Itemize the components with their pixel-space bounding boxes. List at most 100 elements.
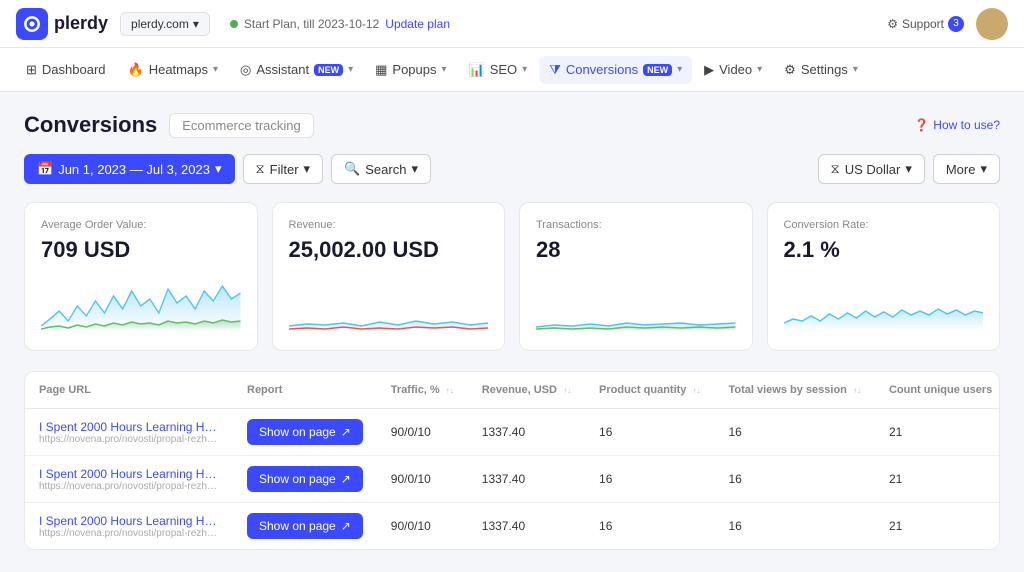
search-button[interactable]: 🔍 Search ▾	[331, 154, 431, 184]
nav-label-heatmaps: Heatmaps	[149, 62, 208, 77]
metric-label-conversion-rate: Conversion Rate:	[784, 219, 984, 231]
sort-icon-traffic: ↑↓	[446, 387, 454, 395]
cell-unique-users-2: 21	[875, 503, 1000, 550]
chevron-down-icon: ▾	[757, 64, 762, 75]
topbar: plerdy plerdy.com ▾ Start Plan, till 202…	[0, 0, 1024, 48]
gear-icon: ⚙	[887, 17, 898, 31]
how-to-use-link[interactable]: ❓ How to use?	[914, 118, 1000, 132]
nav-item-settings[interactable]: ⚙ Settings ▾	[774, 56, 868, 84]
filter-label: Filter	[270, 162, 299, 177]
nav-label-settings: Settings	[801, 62, 848, 77]
gear-icon: ⚙	[784, 62, 796, 78]
logo: plerdy	[16, 8, 108, 40]
metric-card-revenue: Revenue: 25,002.00 USD	[272, 202, 506, 351]
more-label: More	[946, 162, 976, 177]
nav-label-conversions: Conversions	[566, 62, 638, 77]
nav-item-assistant[interactable]: ◎ Assistant NEW ▾	[230, 56, 363, 84]
metric-value-aov: 709 USD	[41, 237, 241, 263]
nav-item-seo[interactable]: 📊 SEO ▾	[459, 56, 538, 84]
page-title-0[interactable]: I Spent 2000 Hours Learning How To Learn…	[39, 420, 219, 434]
fire-icon: 🔥	[128, 62, 144, 78]
currency-selector[interactable]: ⧖ US Dollar ▾	[818, 154, 925, 184]
chevron-down-icon: ▾	[442, 64, 447, 75]
new-badge-conversions: NEW	[643, 64, 672, 76]
chevron-down-icon: ▾	[193, 17, 199, 31]
chart-icon: 📊	[469, 62, 485, 78]
popup-icon: ▦	[375, 62, 387, 78]
cell-revenue-2: 1337.40	[468, 503, 585, 550]
data-table: Page URL Report Traffic, % ↑↓ Revenue, U…	[25, 372, 1000, 549]
col-unique-users[interactable]: Count unique users ↑↓	[875, 372, 1000, 409]
page-url-0: https://novena.pro/novosti/propal-rezhim…	[39, 434, 219, 445]
show-on-page-button-2[interactable]: Show on page ↗	[247, 513, 363, 539]
nav-label-assistant: Assistant	[256, 62, 309, 77]
toolbar: 📅 Jun 1, 2023 — Jul 3, 2023 ▾ ⧖ Filter ▾…	[24, 154, 1000, 184]
cell-report-2: Show on page ↗	[233, 503, 377, 550]
show-on-page-button-1[interactable]: Show on page ↗	[247, 466, 363, 492]
new-badge-assistant: NEW	[314, 64, 343, 76]
filter-icon: ⧖	[256, 161, 265, 177]
support-button[interactable]: ⚙ Support 3	[887, 16, 964, 32]
cell-traffic-1: 90/0/10	[377, 456, 468, 503]
cell-page-url-2: I Spent 2000 Hours Learning How To Learn…	[25, 503, 233, 550]
col-traffic[interactable]: Traffic, % ↑↓	[377, 372, 468, 409]
col-product-qty[interactable]: Product quantity ↑↓	[585, 372, 714, 409]
sort-icon-total-views: ↑↓	[853, 387, 861, 395]
chevron-down-icon: ▾	[853, 64, 858, 75]
logo-icon	[16, 8, 48, 40]
col-report[interactable]: Report	[233, 372, 377, 409]
logo-text: plerdy	[54, 13, 108, 34]
filter-button[interactable]: ⧖ Filter ▾	[243, 154, 324, 184]
col-label-total-views: Total views by session	[728, 384, 846, 396]
table-row: I Spent 2000 Hours Learning How To Learn…	[25, 456, 1000, 503]
update-plan-link[interactable]: Update plan	[385, 17, 450, 31]
col-label-traffic: Traffic, %	[391, 384, 440, 396]
more-button[interactable]: More ▾	[933, 154, 1000, 184]
page-content: Conversions Ecommerce tracking ❓ How to …	[0, 92, 1024, 570]
page-title-1[interactable]: I Spent 2000 Hours Learning How To Learn…	[39, 467, 219, 481]
metric-value-conversion-rate: 2.1 %	[784, 237, 984, 263]
chevron-down-icon: ▾	[304, 161, 311, 177]
show-on-page-label-1: Show on page	[259, 472, 336, 486]
plan-badge: Start Plan, till 2023-10-12 Update plan	[230, 17, 450, 31]
page-title-2[interactable]: I Spent 2000 Hours Learning How To Learn…	[39, 514, 219, 528]
table-header-row: Page URL Report Traffic, % ↑↓ Revenue, U…	[25, 372, 1000, 409]
nav-item-heatmaps[interactable]: 🔥 Heatmaps ▾	[118, 56, 228, 84]
chevron-down-icon: ▾	[215, 161, 222, 177]
cell-traffic-0: 90/0/10	[377, 409, 468, 456]
cell-total-views-1: 16	[714, 456, 874, 503]
metric-value-transactions: 28	[536, 237, 736, 263]
nav-item-popups[interactable]: ▦ Popups ▾	[365, 56, 456, 84]
main-nav: ⊞ Dashboard 🔥 Heatmaps ▾ ◎ Assistant NEW…	[0, 48, 1024, 92]
sort-icon-product-qty: ↑↓	[692, 387, 700, 395]
user-avatar[interactable]	[976, 8, 1008, 40]
nav-item-dashboard[interactable]: ⊞ Dashboard	[16, 56, 116, 84]
chevron-down-icon: ▾	[348, 64, 353, 75]
cell-product-qty-0: 16	[585, 409, 714, 456]
chevron-down-icon: ▾	[677, 64, 682, 75]
sort-icon-unique-users: ↑↓	[998, 387, 1000, 395]
page-url-1: https://novena.pro/novosti/propal-rezhim…	[39, 481, 219, 492]
toolbar-left: 📅 Jun 1, 2023 — Jul 3, 2023 ▾ ⧖ Filter ▾…	[24, 154, 431, 184]
col-page-url[interactable]: Page URL	[25, 372, 233, 409]
metrics-row: Average Order Value: 709 USD	[24, 202, 1000, 351]
show-on-page-button-0[interactable]: Show on page ↗	[247, 419, 363, 445]
ecommerce-tab[interactable]: Ecommerce tracking	[169, 113, 313, 138]
external-link-icon: ↗	[341, 519, 351, 533]
question-icon: ❓	[914, 118, 929, 132]
col-total-views[interactable]: Total views by session ↑↓	[714, 372, 874, 409]
currency-label: US Dollar	[845, 162, 901, 177]
date-range-button[interactable]: 📅 Jun 1, 2023 — Jul 3, 2023 ▾	[24, 154, 235, 184]
col-revenue[interactable]: Revenue, USD ↑↓	[468, 372, 585, 409]
chevron-down-icon: ▾	[905, 161, 912, 177]
chevron-down-icon: ▾	[522, 64, 527, 75]
domain-selector[interactable]: plerdy.com ▾	[120, 12, 210, 36]
nav-label-video: Video	[719, 62, 752, 77]
nav-item-video[interactable]: ▶ Video ▾	[694, 56, 772, 84]
nav-label-dashboard: Dashboard	[42, 62, 106, 77]
nav-item-conversions[interactable]: ⧩ Conversions NEW ▾	[539, 56, 692, 84]
metric-label-revenue: Revenue:	[289, 219, 489, 231]
funnel-icon: ⧩	[549, 62, 561, 78]
col-label-revenue: Revenue, USD	[482, 384, 557, 396]
date-range-label: Jun 1, 2023 — Jul 3, 2023	[58, 162, 210, 177]
